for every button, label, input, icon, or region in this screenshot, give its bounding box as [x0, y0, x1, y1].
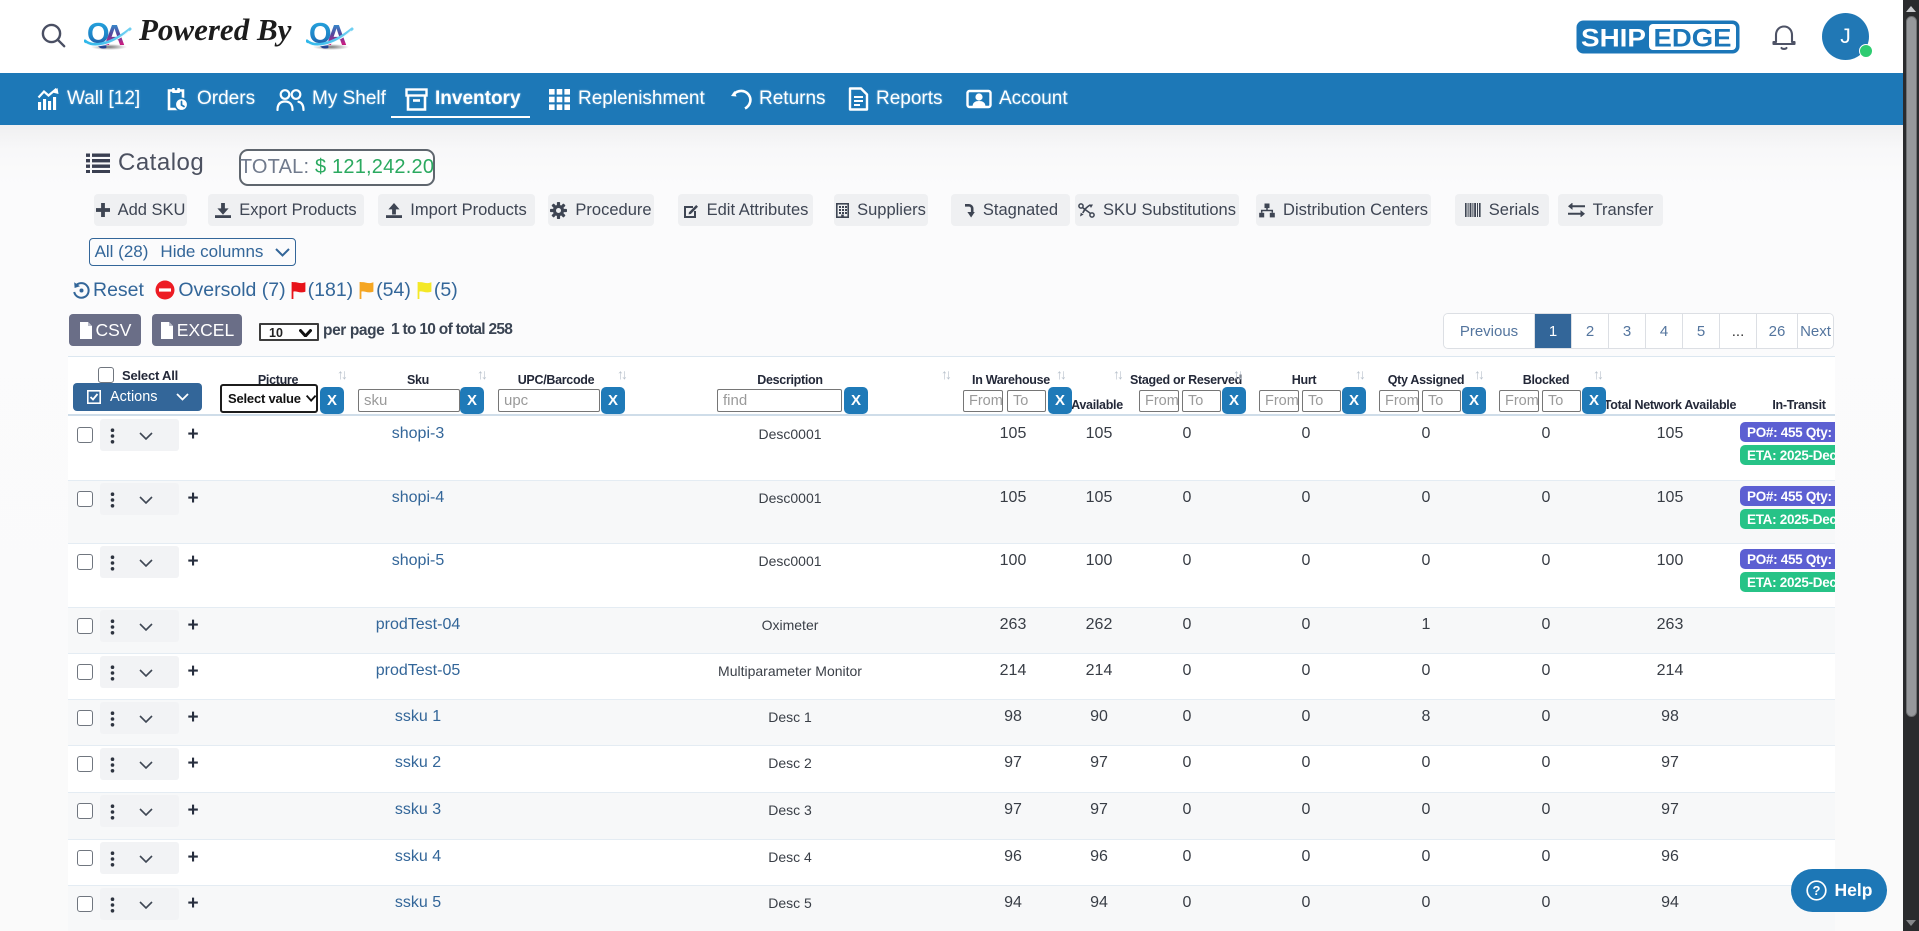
- svg-text:SHIP: SHIP: [1581, 25, 1646, 53]
- svg-text:?: ?: [1812, 883, 1820, 898]
- svg-text:EDGE: EDGE: [1654, 25, 1732, 53]
